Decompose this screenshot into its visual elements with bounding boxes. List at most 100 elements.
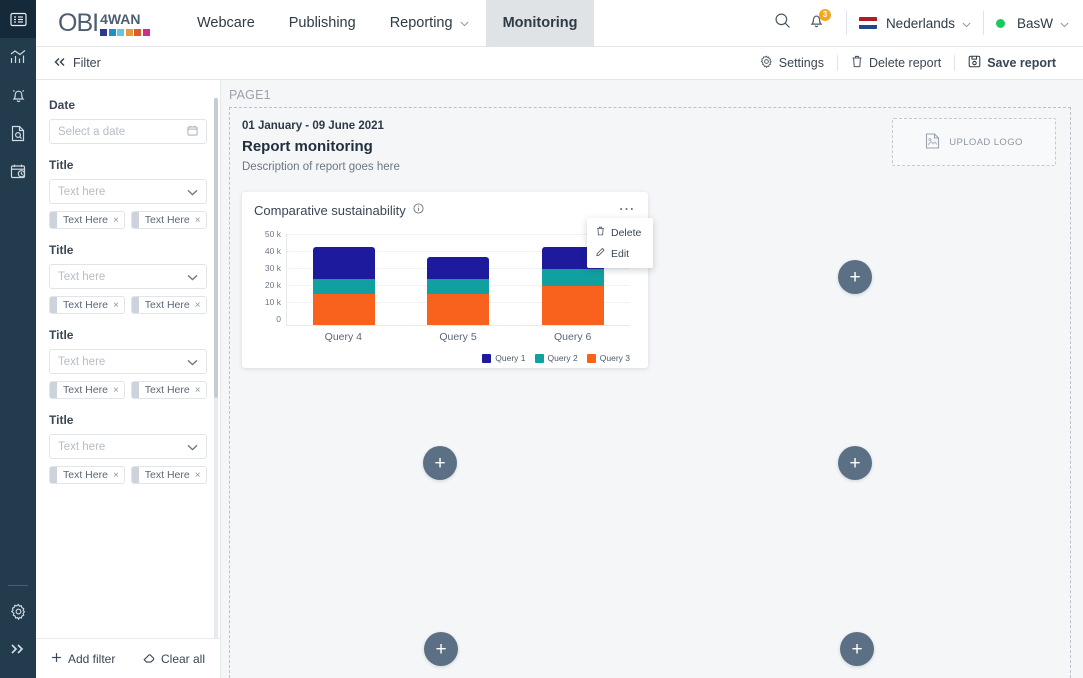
- bar-segment-query-2[interactable]: [541, 268, 604, 287]
- user-menu[interactable]: BasW: [995, 16, 1069, 31]
- bar-segment-query-2[interactable]: [427, 278, 490, 294]
- chip-swatch: [131, 212, 139, 228]
- add-widget-button[interactable]: +: [838, 446, 872, 480]
- add-widget-button[interactable]: +: [838, 260, 872, 294]
- delete-report-button[interactable]: Delete report: [838, 55, 954, 71]
- title-select-3[interactable]: Text here: [49, 349, 207, 374]
- bar-segment-query-2[interactable]: [313, 278, 376, 294]
- filter-chip[interactable]: Text Here ×: [49, 211, 125, 229]
- title-select-4[interactable]: Text here: [49, 434, 207, 459]
- legend-swatch: [482, 353, 492, 363]
- info-circle-icon[interactable]: [413, 201, 424, 219]
- menu-item-edit[interactable]: Edit: [587, 243, 653, 264]
- y-tick-label: 50 k: [264, 229, 281, 239]
- filter-panel: Date Select a date Title Text here Text …: [36, 80, 221, 678]
- legend-label: Query 3: [599, 353, 630, 363]
- chart-widget: Comparative sustainability ⋯ Delete Edit…: [242, 192, 653, 368]
- title-select-placeholder: Text here: [58, 270, 106, 283]
- clear-all-button[interactable]: Clear all: [143, 652, 205, 666]
- main-nav: Webcare Publishing Reporting Monitoring: [180, 0, 595, 47]
- stacked-bar[interactable]: [313, 247, 376, 325]
- legend-item-query-1[interactable]: Query 1: [482, 353, 526, 363]
- chip-remove-icon[interactable]: ×: [113, 470, 124, 481]
- brand-logo[interactable]: OBI 4WAN: [36, 9, 154, 38]
- chip-remove-icon[interactable]: ×: [195, 215, 206, 226]
- chip-remove-icon[interactable]: ×: [195, 300, 206, 311]
- save-disk-icon: [968, 55, 981, 71]
- chip-swatch: [50, 212, 57, 228]
- add-widget-button[interactable]: +: [423, 446, 457, 480]
- chip-remove-icon[interactable]: ×: [113, 215, 124, 226]
- report-list-icon: [9, 12, 27, 27]
- notifications-button[interactable]: 3: [800, 6, 834, 40]
- filter-chip[interactable]: Text Here ×: [49, 381, 125, 399]
- rail-item-scheduler[interactable]: [0, 152, 36, 190]
- nav-item-webcare[interactable]: Webcare: [180, 0, 272, 47]
- add-filter-button[interactable]: Add filter: [51, 652, 115, 666]
- save-report-button[interactable]: Save report: [955, 55, 1069, 71]
- date-input[interactable]: Select a date: [49, 119, 207, 144]
- legend-item-query-3[interactable]: Query 3: [586, 353, 630, 363]
- menu-item-delete[interactable]: Delete: [587, 222, 653, 243]
- nav-item-publishing[interactable]: Publishing: [272, 0, 373, 47]
- chip-label: Text Here: [144, 469, 190, 481]
- legend-swatch: [534, 353, 544, 363]
- toolbar-actions: Settings Delete report Save report: [747, 55, 1069, 71]
- filter-scrollbar[interactable]: [214, 98, 218, 638]
- bar-segment-query-3[interactable]: [427, 293, 490, 325]
- rail-item-alerts[interactable]: [0, 76, 36, 114]
- rail-top-group: [0, 0, 36, 190]
- stacked-bar[interactable]: [427, 257, 490, 325]
- filter-scrollbar-thumb[interactable]: [214, 98, 218, 398]
- brand-logo-obi: OBI: [58, 8, 99, 37]
- title-select-1[interactable]: Text here: [49, 179, 207, 204]
- filter-chip[interactable]: Text Here ×: [49, 466, 125, 484]
- title-select-placeholder: Text here: [58, 355, 106, 368]
- add-widget-button[interactable]: +: [840, 632, 874, 666]
- top-header: OBI 4WAN Webcare Publishing Reporting Mo…: [36, 0, 1083, 47]
- settings-button[interactable]: Settings: [747, 55, 837, 71]
- search-button[interactable]: [766, 6, 800, 40]
- title-select-2[interactable]: Text here: [49, 264, 207, 289]
- filter-chip[interactable]: Text Here ×: [130, 466, 207, 484]
- bar-segment-query-3[interactable]: [541, 286, 604, 325]
- rail-item-document-search[interactable]: [0, 114, 36, 152]
- legend-item-query-2[interactable]: Query 2: [534, 353, 578, 363]
- x-tick-label: Query 6: [554, 331, 592, 343]
- widget-menu-button[interactable]: ⋯: [619, 202, 637, 218]
- chip-remove-icon[interactable]: ×: [195, 385, 206, 396]
- bar-segment-query-1[interactable]: [313, 247, 376, 279]
- y-tick-label: 20 k: [264, 280, 281, 290]
- filter-chip[interactable]: Text Here ×: [130, 296, 207, 314]
- filter-collapse-button[interactable]: Filter: [50, 56, 101, 70]
- rail-item-reports[interactable]: [0, 0, 36, 38]
- chip-remove-icon[interactable]: ×: [195, 470, 206, 481]
- upload-logo-dropzone[interactable]: UPLOAD LOGO: [892, 118, 1056, 166]
- chip-remove-icon[interactable]: ×: [113, 385, 124, 396]
- image-upload-icon: [925, 132, 940, 152]
- filter-group-title-4: Title Text here Text Here × Text Here ×: [49, 413, 207, 484]
- x-tick-label: Query 5: [439, 331, 477, 343]
- filter-chip[interactable]: Text Here ×: [130, 211, 207, 229]
- rail-item-expand[interactable]: [0, 630, 36, 668]
- chart-legend: Query 1 Query 2 Query 3: [252, 353, 638, 363]
- filter-chip[interactable]: Text Here ×: [49, 296, 125, 314]
- chip-remove-icon[interactable]: ×: [113, 300, 124, 311]
- add-widget-button[interactable]: +: [424, 632, 458, 666]
- delete-report-label: Delete report: [868, 56, 942, 70]
- settings-label: Settings: [778, 56, 824, 70]
- search-icon: [774, 12, 791, 34]
- nav-label: Webcare: [197, 15, 255, 31]
- filter-chip[interactable]: Text Here ×: [130, 381, 207, 399]
- rail-item-settings[interactable]: [0, 592, 36, 630]
- y-tick-label: 0: [276, 314, 281, 324]
- bar-segment-query-1[interactable]: [427, 257, 490, 279]
- rail-item-analytics[interactable]: [0, 38, 36, 76]
- filter-chips: Text Here × Text Here ×: [49, 466, 207, 484]
- nav-item-reporting[interactable]: Reporting: [373, 0, 486, 47]
- bar-segment-query-3[interactable]: [313, 293, 376, 325]
- filter-chips: Text Here × Text Here ×: [49, 381, 207, 399]
- brand-logo-dots: [100, 28, 150, 36]
- language-selector[interactable]: Nederlands: [858, 16, 971, 31]
- nav-item-monitoring[interactable]: Monitoring: [485, 0, 595, 47]
